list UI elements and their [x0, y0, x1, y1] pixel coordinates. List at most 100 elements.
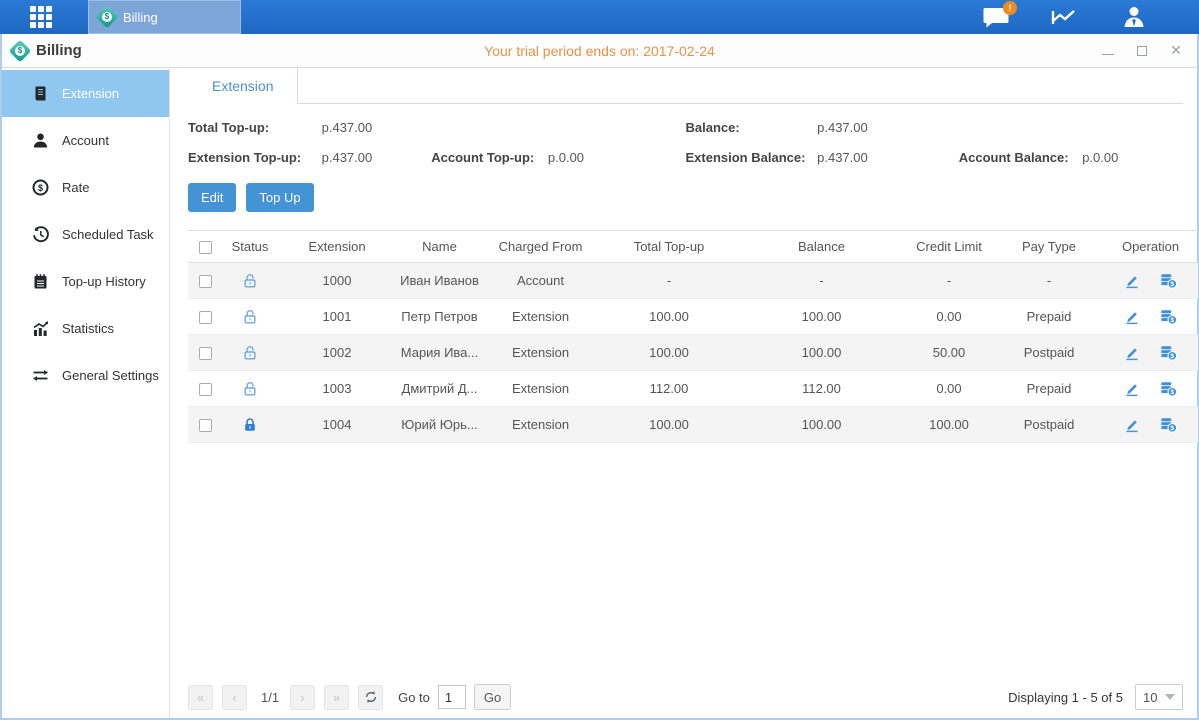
cell-name: Петр Петров	[396, 299, 483, 335]
statistics-icon	[32, 320, 49, 337]
page-size-select[interactable]: 10	[1135, 684, 1183, 710]
svg-text:$: $	[1170, 317, 1174, 324]
main-content: Extension Total Top-up: p.437.00 Balance…	[170, 68, 1197, 718]
trial-notice: Your trial period ends on: 2017-02-24	[2, 43, 1197, 59]
cell-extension: 1003	[278, 371, 396, 407]
cell-balance: 112.00	[740, 371, 903, 407]
refresh-icon[interactable]	[358, 685, 383, 710]
topbar-tab-billing[interactable]: $ Billing	[88, 0, 241, 34]
messages-icon[interactable]: !	[983, 7, 1009, 28]
last-page-icon[interactable]: »	[324, 685, 349, 710]
table-row: 1000 Иван Иванов Account - - - -	[188, 263, 1198, 299]
account-topup-label: Account Top-up:	[431, 150, 534, 165]
minimize-icon[interactable]	[1101, 44, 1115, 58]
goto-page-input[interactable]	[438, 685, 466, 709]
cell-credit-limit: 0.00	[903, 371, 995, 407]
sidebar-item-label: General Settings	[62, 368, 159, 383]
row-checkbox[interactable]	[199, 347, 212, 360]
extensions-table: Status Extension Name Charged From Total…	[188, 230, 1198, 443]
table-header-row: Status Extension Name Charged From Total…	[188, 231, 1198, 263]
sidebar-item-label: Account	[62, 133, 109, 148]
balance-value: p.437.00	[817, 120, 868, 135]
cell-name: Юрий Юрь...	[396, 407, 483, 443]
table-row: 1001 Петр Петров Extension 100.00 100.00…	[188, 299, 1198, 335]
top-app-bar: $ Billing !	[0, 0, 1199, 34]
cell-extension: 1004	[278, 407, 396, 443]
page-size-value: 10	[1143, 690, 1157, 705]
account-icon	[32, 132, 49, 149]
cell-credit-limit: 0.00	[903, 299, 995, 335]
select-all-checkbox[interactable]	[199, 241, 212, 254]
apps-grid-icon[interactable]	[30, 6, 52, 28]
notification-badge: !	[1003, 1, 1017, 15]
sidebar-item-label: Extension	[62, 86, 119, 101]
cell-pay-type: Prepaid	[995, 299, 1103, 335]
edit-row-icon[interactable]	[1124, 273, 1140, 289]
sidebar-item-account[interactable]: Account	[2, 117, 169, 164]
billing-diamond-icon: $	[96, 6, 119, 29]
edit-row-icon[interactable]	[1124, 417, 1140, 433]
sidebar-item-rate[interactable]: $ Rate	[2, 164, 169, 211]
sidebar-item-scheduled-task[interactable]: Scheduled Task	[2, 211, 169, 258]
edit-row-icon[interactable]	[1124, 345, 1140, 361]
rate-icon: $	[32, 179, 49, 196]
topbar-tab-label: Billing	[123, 10, 158, 25]
extension-balance-label: Extension Balance:	[686, 150, 814, 165]
cell-extension: 1001	[278, 299, 396, 335]
cell-charged-from: Account	[483, 263, 598, 299]
cell-name: Иван Иванов	[396, 263, 483, 299]
sidebar-item-statistics[interactable]: Statistics	[2, 305, 169, 352]
col-charged-from: Charged From	[483, 231, 598, 263]
user-icon[interactable]	[1121, 6, 1147, 28]
maximize-icon[interactable]	[1135, 44, 1149, 58]
cell-pay-type: Postpaid	[995, 335, 1103, 371]
top-up-button[interactable]: Top Up	[246, 183, 313, 212]
cell-name: Мария Ива...	[396, 335, 483, 371]
cell-charged-from: Extension	[483, 299, 598, 335]
sidebar-item-general-settings[interactable]: General Settings	[2, 352, 169, 399]
sidebar: Extension Account $ Rate Scheduled Task …	[2, 68, 170, 718]
edit-button[interactable]: Edit	[188, 183, 236, 212]
total-topup-label: Total Top-up:	[188, 120, 318, 135]
sidebar-item-label: Scheduled Task	[62, 227, 154, 242]
cell-credit-limit: -	[903, 263, 995, 299]
page-indicator: 1/1	[256, 690, 284, 705]
cell-charged-from: Extension	[483, 407, 598, 443]
balance-label: Balance:	[686, 120, 814, 135]
top-up-row-icon[interactable]: $	[1160, 417, 1177, 433]
svg-text:$: $	[1170, 389, 1174, 396]
top-up-row-icon[interactable]: $	[1160, 345, 1177, 361]
sidebar-item-extension[interactable]: Extension	[2, 70, 169, 117]
top-up-row-icon[interactable]: $	[1160, 381, 1177, 397]
cell-balance: 100.00	[740, 407, 903, 443]
row-checkbox[interactable]	[199, 419, 212, 432]
table-body: 1000 Иван Иванов Account - - - -	[188, 263, 1198, 443]
edit-row-icon[interactable]	[1124, 309, 1140, 325]
go-button[interactable]: Go	[474, 684, 511, 710]
col-credit-limit: Credit Limit	[903, 231, 995, 263]
cell-charged-from: Extension	[483, 371, 598, 407]
row-checkbox[interactable]	[199, 311, 212, 324]
extension-topup-value: p.437.00	[322, 150, 428, 165]
cell-balance: -	[740, 263, 903, 299]
tab-extension[interactable]: Extension	[188, 68, 298, 104]
first-page-icon[interactable]: «	[188, 685, 213, 710]
tab-label: Extension	[212, 78, 273, 94]
sidebar-item-topup-history[interactable]: Top-up History	[2, 258, 169, 305]
top-up-row-icon[interactable]: $	[1160, 273, 1177, 289]
sidebar-item-label: Rate	[62, 180, 89, 195]
prev-page-icon[interactable]: ‹	[222, 685, 247, 710]
table-row: 1002 Мария Ива... Extension 100.00 100.0…	[188, 335, 1198, 371]
col-total-topup: Total Top-up	[598, 231, 740, 263]
row-checkbox[interactable]	[199, 275, 212, 288]
cell-balance: 100.00	[740, 335, 903, 371]
chevron-down-icon	[1165, 694, 1175, 700]
next-page-icon[interactable]: ›	[290, 685, 315, 710]
statistics-chart-icon[interactable]	[1051, 6, 1079, 28]
svg-text:$: $	[1170, 281, 1174, 288]
top-up-row-icon[interactable]: $	[1160, 309, 1177, 325]
close-icon[interactable]: ✕	[1169, 44, 1183, 58]
row-checkbox[interactable]	[199, 383, 212, 396]
extension-topup-label: Extension Top-up:	[188, 150, 318, 165]
edit-row-icon[interactable]	[1124, 381, 1140, 397]
